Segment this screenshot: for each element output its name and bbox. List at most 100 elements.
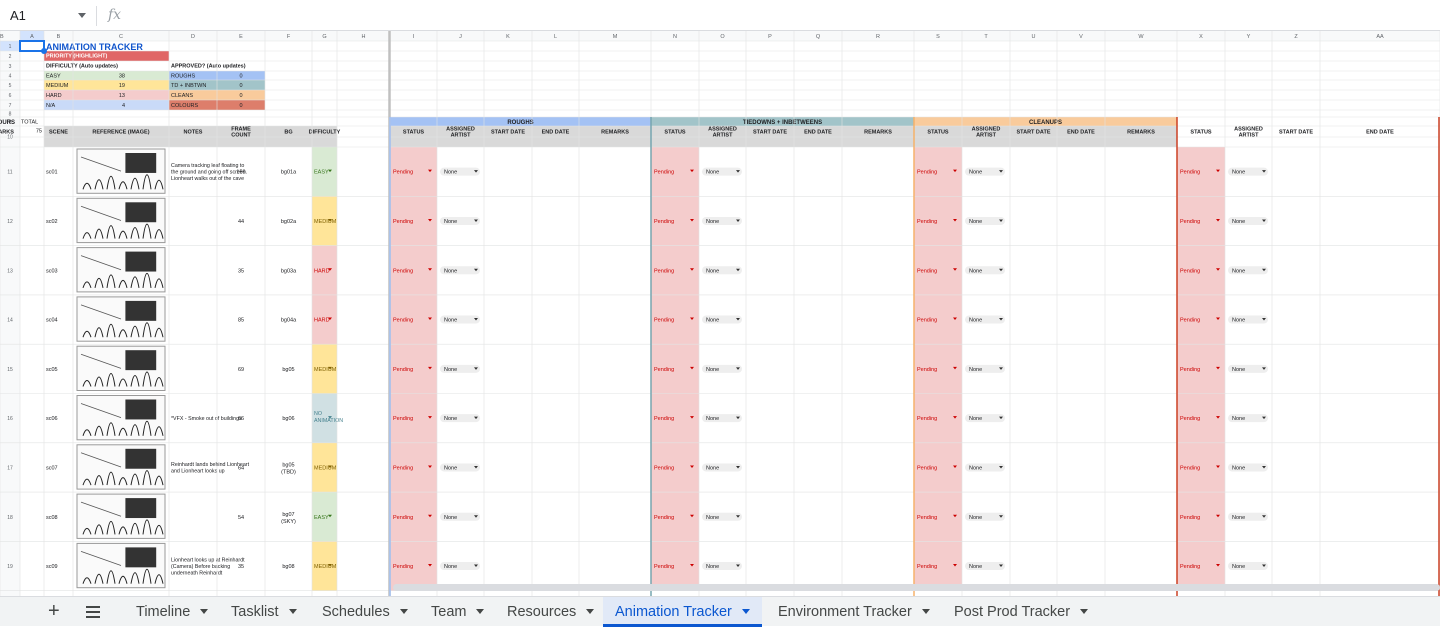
status-value: Pending (917, 367, 937, 373)
column-header-E[interactable]: E (239, 34, 243, 40)
column-header-AB[interactable]: AB (0, 34, 4, 40)
artist-value: None (444, 367, 457, 373)
column-header-Q[interactable]: Q (816, 34, 821, 40)
status-value: Pending (654, 268, 674, 274)
row-header-19[interactable]: 19 (7, 564, 13, 570)
row-header-13[interactable]: 13 (7, 268, 13, 274)
column-header-C[interactable]: C (119, 34, 123, 40)
chevron-down-icon[interactable] (476, 608, 485, 614)
column-header-M[interactable]: M (613, 34, 618, 40)
column-header-G[interactable]: G (322, 34, 326, 40)
chevron-down-icon[interactable] (921, 608, 930, 614)
column-header-V[interactable]: V (1079, 34, 1083, 40)
column-header-S[interactable]: S (936, 34, 940, 40)
spreadsheet-grid[interactable]: ABCDEFGHIJKLMNOPQRSTUVWXYZAAAB1234567891… (0, 0, 1440, 596)
row-header-14[interactable]: 14 (7, 318, 13, 324)
status-value: Pending (393, 219, 413, 225)
column-header-P[interactable]: P (768, 34, 772, 40)
column-header-J[interactable]: J (459, 34, 462, 40)
column-header-B[interactable]: B (57, 34, 61, 40)
status-value: Pending (917, 268, 937, 274)
status-value: Pending (1180, 416, 1200, 422)
chevron-down-icon[interactable] (200, 608, 209, 614)
frame-count: 44 (238, 219, 244, 225)
scene-id: sc09 (46, 564, 58, 570)
chevron-down-icon[interactable] (586, 608, 595, 614)
all-sheets-menu-icon[interactable] (86, 606, 100, 618)
row-header-11[interactable]: 11 (7, 170, 12, 176)
artist-value: None (706, 465, 719, 471)
chevron-down-icon[interactable] (1080, 608, 1089, 614)
scene-notes: Lionheart looks up at Reinhardt (171, 558, 245, 564)
row-header-16[interactable]: 16 (7, 416, 13, 422)
artist-value: None (1232, 367, 1245, 373)
header-end-date: END DATE (804, 130, 832, 136)
column-header-K[interactable]: K (506, 34, 510, 40)
chevron-down-icon[interactable] (288, 608, 297, 614)
column-header-AA[interactable]: AA (1376, 34, 1384, 40)
status-value: Pending (917, 515, 937, 521)
row-header-4[interactable]: 4 (9, 74, 12, 80)
stage-title: COLOURS (0, 120, 15, 126)
sheet-tab-environment-tracker[interactable]: Environment Tracker (778, 597, 930, 627)
row-header-18[interactable]: 18 (7, 515, 13, 521)
scene-id: sc05 (46, 367, 58, 373)
sheet-tab-team[interactable]: Team (431, 597, 485, 627)
difficulty-value: EASY (314, 170, 329, 176)
add-sheet-button[interactable]: + (48, 600, 60, 622)
row-header-7[interactable]: 7 (9, 103, 12, 109)
row-header-8[interactable]: 8 (9, 112, 12, 118)
status-value: Pending (1180, 564, 1200, 570)
artist-value: None (1232, 268, 1245, 274)
sheet-tab-post-prod-tracker[interactable]: Post Prod Tracker (954, 597, 1089, 627)
chevron-down-icon[interactable] (399, 608, 408, 614)
sheet-tab-animation-tracker[interactable]: Animation Tracker (603, 597, 762, 627)
row-header-17[interactable]: 17 (7, 465, 13, 471)
column-header-N[interactable]: N (673, 34, 677, 40)
row-header-2[interactable]: 2 (9, 54, 12, 60)
bg-id: bg05 (282, 462, 294, 468)
artist-value: None (1232, 465, 1245, 471)
column-header-Y[interactable]: Y (1247, 34, 1251, 40)
status-value: Pending (917, 564, 937, 570)
column-header-H[interactable]: H (362, 34, 366, 40)
artist-value: None (444, 416, 457, 422)
chevron-down-icon[interactable] (741, 608, 750, 614)
scene-id: sc02 (46, 219, 58, 225)
column-header-L[interactable]: L (554, 34, 557, 40)
row-header-3[interactable]: 3 (9, 64, 12, 70)
status-value: Pending (1180, 170, 1200, 176)
row-header-6[interactable]: 6 (9, 93, 12, 99)
column-header-X[interactable]: X (1199, 34, 1203, 40)
row-header-5[interactable]: 5 (9, 83, 12, 89)
column-header-O[interactable]: O (720, 34, 725, 40)
approved-legend-count: 0 (239, 93, 242, 99)
artist-value: None (1232, 318, 1245, 324)
column-header-W[interactable]: W (1138, 34, 1144, 40)
row-header-12[interactable]: 12 (7, 219, 13, 225)
scene-id: sc07 (46, 465, 58, 471)
horizontal-scrollbar[interactable] (393, 584, 1440, 591)
header-assigned-artist: ARTIST (713, 133, 734, 139)
frame-count: 159 (236, 170, 245, 176)
column-header-A[interactable]: A (30, 34, 34, 40)
column-header-D[interactable]: D (191, 34, 195, 40)
scene-id: sc06 (46, 416, 58, 422)
artist-value: None (444, 564, 457, 570)
cell-selection[interactable] (19, 40, 45, 52)
row-header-1[interactable]: 1 (9, 44, 12, 50)
header-start-date: START DATE (491, 130, 525, 136)
frame-count: 66 (238, 416, 244, 422)
sheet-tab-schedules[interactable]: Schedules (322, 597, 408, 627)
status-value: Pending (393, 318, 413, 324)
difficulty-value: MEDIUM (314, 219, 337, 225)
column-header-U[interactable]: U (1032, 34, 1036, 40)
sheet-tab-timeline[interactable]: Timeline (136, 597, 209, 627)
column-header-R[interactable]: R (876, 34, 880, 40)
sheet-tab-tasklist[interactable]: Tasklist (231, 597, 297, 627)
fill-handle[interactable] (41, 48, 47, 54)
scene-id: sc08 (46, 515, 58, 521)
sheet-tab-resources[interactable]: Resources (507, 597, 595, 627)
difficulty-header: DIFFICULTY (Auto updates) (46, 64, 118, 70)
row-header-15[interactable]: 15 (7, 367, 13, 373)
